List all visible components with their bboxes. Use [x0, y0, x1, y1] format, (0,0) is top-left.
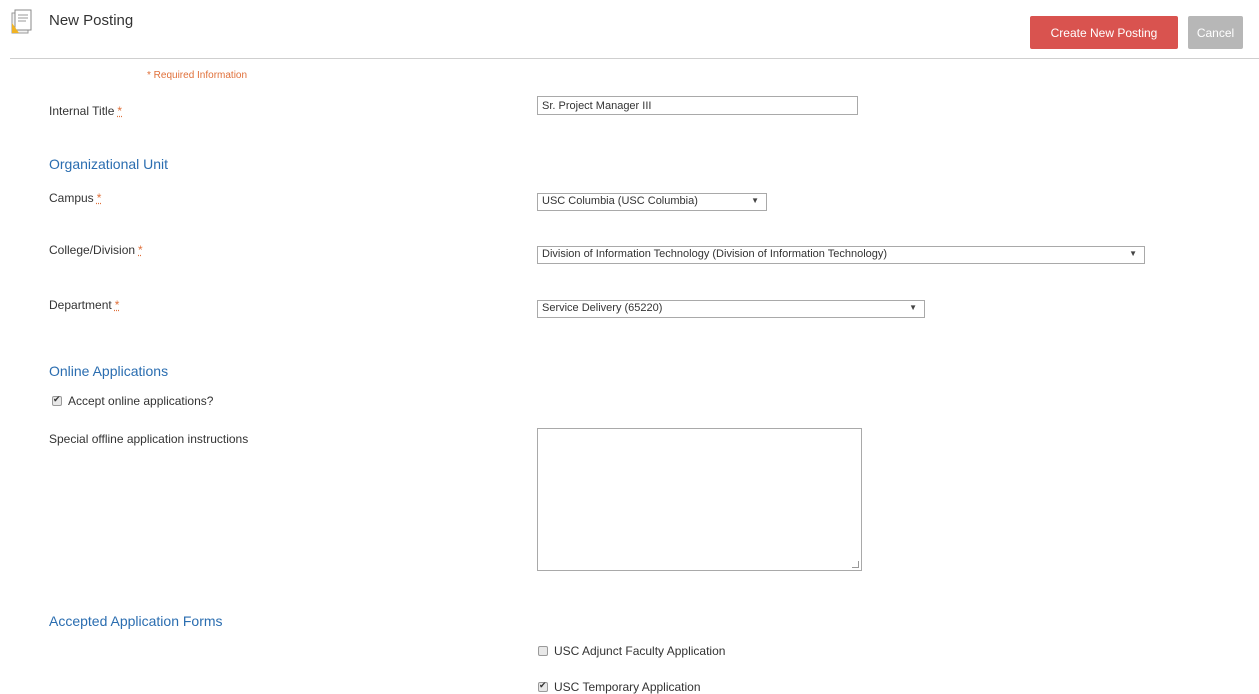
campus-select-value: USC Columbia (USC Columbia)	[542, 195, 698, 207]
required-marker: *	[114, 298, 120, 312]
required-marker: *	[96, 191, 102, 205]
form-option-label: USC Adjunct Faculty Application	[554, 644, 726, 658]
accept-online-applications-row: Accept online applications?	[52, 394, 213, 408]
college-division-select-value: Division of Information Technology (Divi…	[542, 248, 888, 260]
dropdown-arrow-icon: ▼	[1129, 249, 1137, 258]
form-option-row: USC Temporary Application	[538, 680, 701, 694]
cancel-button[interactable]: Cancel	[1188, 16, 1243, 49]
special-instructions-textarea[interactable]	[537, 428, 862, 571]
college-division-label: College/Division *	[49, 243, 143, 257]
usc-adjunct-faculty-application-checkbox[interactable]	[538, 646, 548, 656]
campus-select[interactable]: USC Columbia (USC Columbia) ▼	[537, 193, 767, 211]
internal-title-label: Internal Title *	[49, 104, 123, 118]
page-title: New Posting	[49, 12, 134, 29]
campus-label: Campus *	[49, 191, 102, 205]
required-marker: *	[138, 243, 143, 257]
form-option-row: USC Adjunct Faculty Application	[538, 644, 725, 658]
form-option-label: USC Temporary Application	[554, 680, 701, 694]
dropdown-arrow-icon: ▼	[751, 196, 759, 205]
dropdown-arrow-icon: ▼	[909, 303, 917, 312]
online-applications-heading: Online Applications	[49, 363, 169, 379]
accept-online-applications-label: Accept online applications?	[68, 394, 214, 408]
accepted-application-forms-heading: Accepted Application Forms	[49, 613, 223, 629]
special-instructions-label: Special offline application instructions	[49, 432, 249, 446]
usc-temporary-application-checkbox[interactable]	[538, 680, 548, 692]
college-division-select[interactable]: Division of Information Technology (Divi…	[537, 246, 1145, 264]
department-select-value: Service Delivery (65220)	[542, 302, 663, 314]
resize-handle-icon[interactable]	[852, 561, 859, 568]
document-icon	[10, 9, 32, 35]
accept-online-applications-checkbox[interactable]	[52, 394, 62, 406]
create-new-posting-button[interactable]: Create New Posting	[1030, 16, 1178, 49]
organizational-unit-heading: Organizational Unit	[49, 156, 169, 172]
required-marker: *	[117, 104, 123, 118]
required-information-note: * Required Information	[147, 70, 248, 81]
department-select[interactable]: Service Delivery (65220) ▼	[537, 300, 925, 318]
internal-title-input[interactable]	[537, 96, 858, 115]
department-label: Department *	[49, 298, 120, 312]
header-divider	[10, 58, 1259, 59]
